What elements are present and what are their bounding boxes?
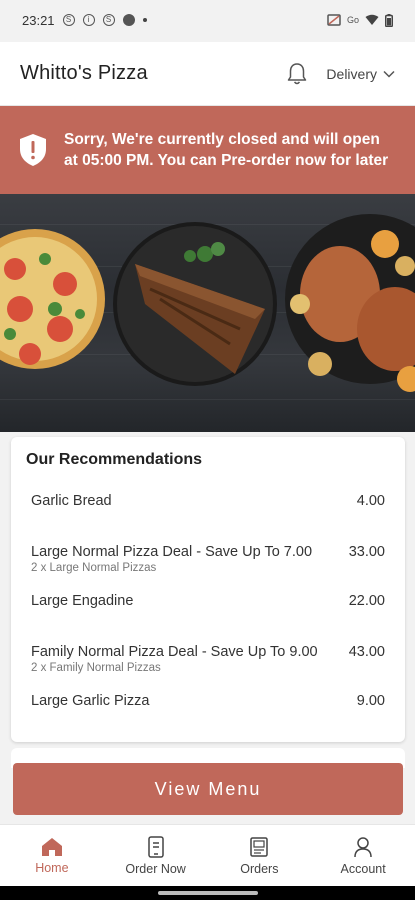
home-icon — [41, 837, 62, 856]
item-name: Large Garlic Pizza — [31, 693, 150, 709]
app-header: Whitto's Pizza Delivery — [0, 42, 415, 106]
item-price: 22.00 — [348, 593, 385, 609]
recommendation-item[interactable]: Family Normal Pizza Deal - Save Up To 9.… — [31, 644, 385, 674]
nav-account[interactable]: Account — [311, 825, 415, 886]
shield-alert-icon — [20, 134, 46, 166]
no-sim-icon — [327, 14, 341, 26]
go-icon: Go — [346, 15, 359, 25]
pizza-image — [0, 229, 105, 369]
hero-food-image — [0, 194, 415, 432]
item-name: Large Engadine — [31, 593, 134, 609]
nav-label: Account — [340, 861, 386, 876]
gesture-bar — [0, 886, 415, 900]
nav-label: Orders — [240, 861, 279, 876]
nav-label: Order Now — [125, 861, 186, 876]
s-icon: S — [102, 14, 115, 26]
recommendation-item[interactable]: Large Engadine 22.00 — [31, 593, 385, 609]
item-name: Large Normal Pizza Deal - Save Up To 7.0… — [31, 544, 313, 560]
chicken-image — [285, 214, 415, 392]
user-icon — [354, 836, 372, 857]
closed-banner: Sorry, We're currently closed and will o… — [0, 106, 415, 194]
delivery-selector[interactable]: Delivery — [326, 66, 395, 82]
cake-image — [113, 222, 277, 386]
nav-orders[interactable]: Orders — [208, 825, 312, 886]
recommendations-card: Our Recommendations Garlic Bread 4.00 La… — [11, 437, 405, 742]
item-price: 9.00 — [356, 693, 385, 709]
item-price: 33.00 — [348, 544, 385, 560]
receipt-icon — [250, 836, 269, 857]
s-icon: S — [62, 14, 75, 26]
item-price: 43.00 — [348, 644, 385, 660]
item-name: Family Normal Pizza Deal - Save Up To 9.… — [31, 644, 318, 660]
recommendation-item[interactable]: Large Garlic Pizza 9.00 — [31, 693, 385, 709]
wifi-icon — [365, 14, 379, 25]
status-bar: 23:21 S i S Go — [0, 0, 415, 40]
view-menu-button[interactable]: View Menu — [13, 763, 403, 815]
chevron-down-icon — [383, 70, 395, 78]
nav-home[interactable]: Home — [0, 825, 104, 886]
recommendation-item[interactable]: Large Normal Pizza Deal - Save Up To 7.0… — [31, 544, 385, 574]
nav-order-now[interactable]: Order Now — [104, 825, 208, 886]
banner-message: Sorry, We're currently closed and will o… — [64, 131, 389, 169]
status-time: 23:21 — [22, 12, 55, 28]
nav-label: Home — [35, 860, 69, 875]
info-icon: i — [82, 14, 95, 26]
phone-order-icon — [147, 835, 164, 858]
item-description: 2 x Large Normal Pizzas — [31, 562, 157, 574]
brand-title: Whitto's Pizza — [20, 62, 148, 84]
bell-icon[interactable] — [286, 62, 308, 86]
recommendation-item[interactable]: Garlic Bread 4.00 — [31, 493, 385, 509]
bottom-navigation: Home Order Now Orders Account — [0, 824, 415, 886]
notification-dot-icon — [142, 18, 147, 22]
battery-icon — [385, 13, 393, 27]
delivery-label: Delivery — [326, 65, 377, 82]
recommendations-title: Our Recommendations — [26, 451, 203, 468]
item-name: Garlic Bread — [31, 493, 112, 509]
app-icon — [122, 14, 135, 26]
item-price: 4.00 — [356, 493, 385, 509]
item-description: 2 x Family Normal Pizzas — [31, 662, 161, 674]
